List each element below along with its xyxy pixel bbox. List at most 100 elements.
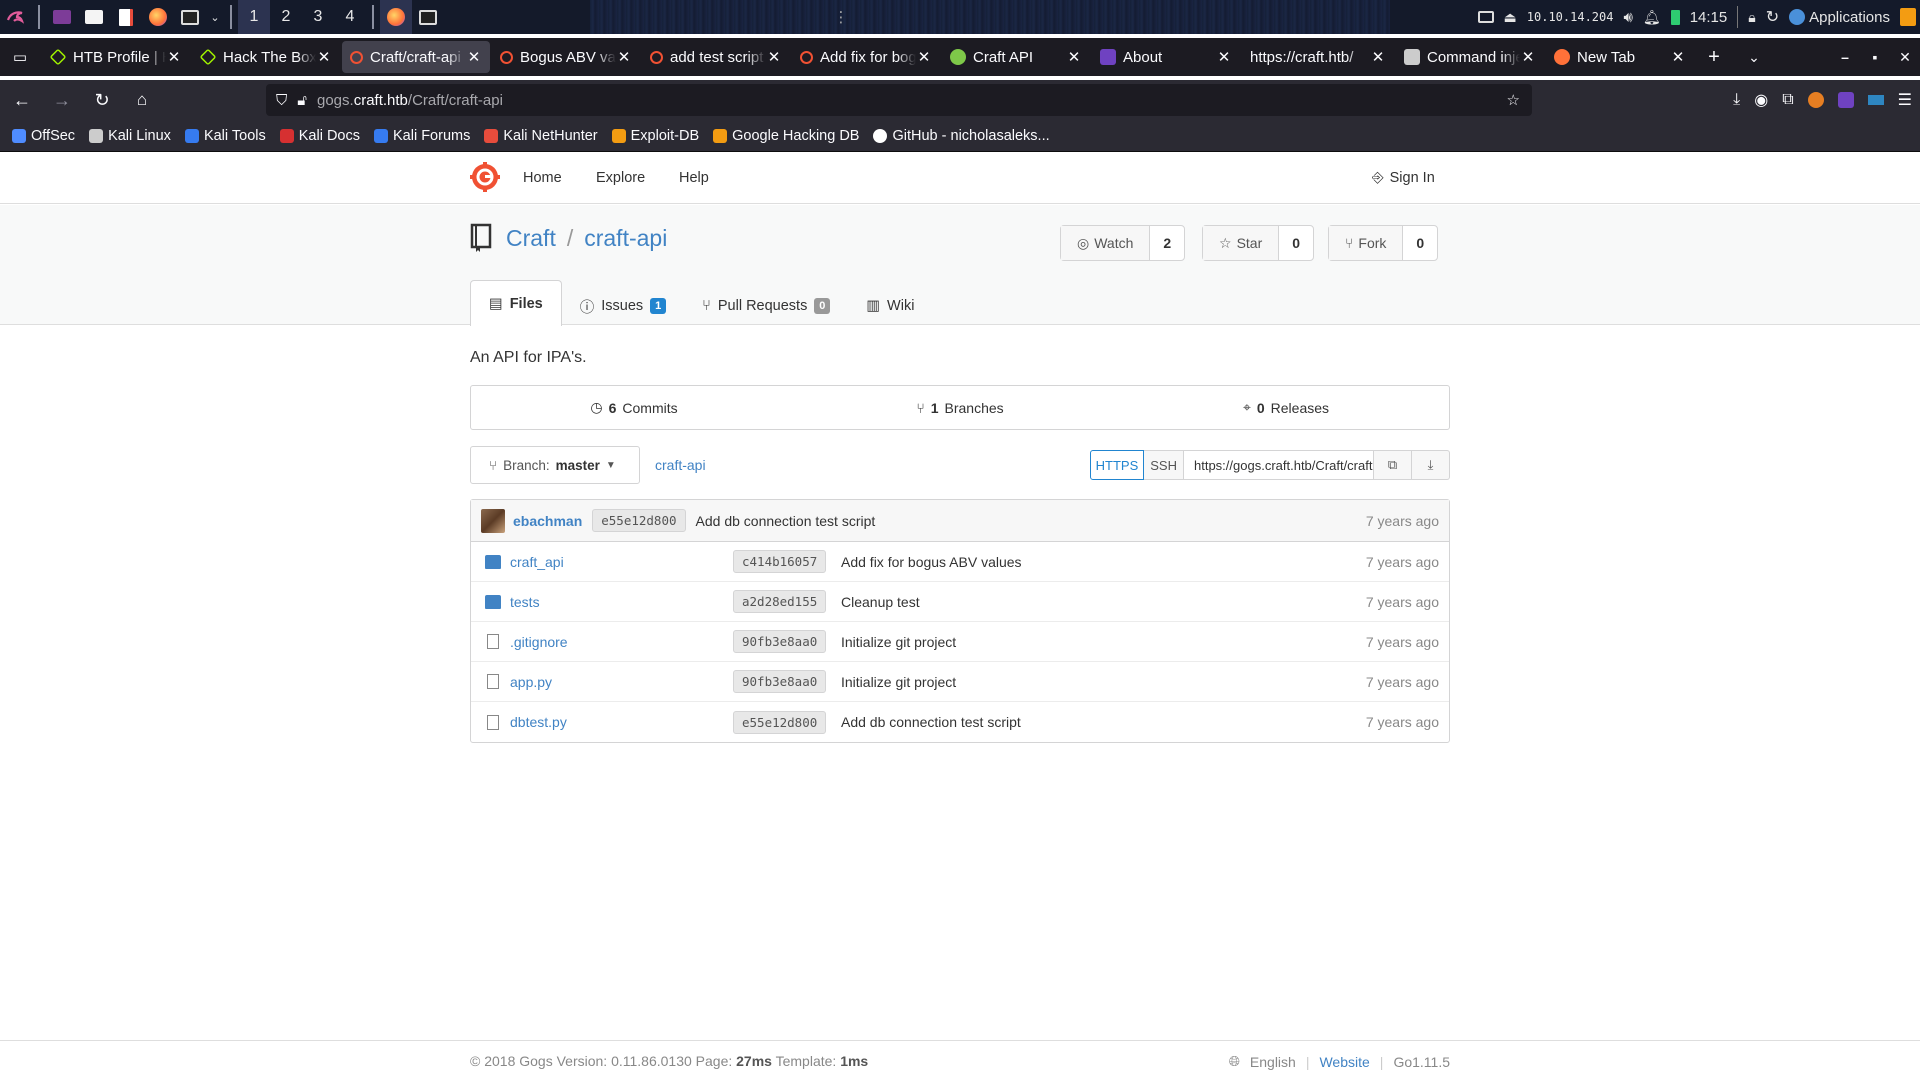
star-button[interactable]: ☆ Star 0 xyxy=(1202,225,1315,261)
star-count[interactable]: 0 xyxy=(1279,226,1313,260)
tab-wiki[interactable]: ▥ Wiki xyxy=(848,287,932,325)
text-editor-icon[interactable] xyxy=(110,0,142,34)
file-name-link[interactable]: tests xyxy=(510,594,540,610)
taskbar-firefox-icon[interactable] xyxy=(380,0,412,34)
browser-tab[interactable]: https://craft.htb/ ✕ xyxy=(1242,41,1394,73)
workspace-4[interactable]: 4 xyxy=(334,0,366,34)
url-bar[interactable]: ⛉ 🔓︎ gogs. craft.htb/Craft/craft-api ☆ xyxy=(266,84,1532,116)
bookmark-item[interactable]: Kali Docs xyxy=(279,128,360,144)
close-tab-icon[interactable]: ✕ xyxy=(616,48,632,66)
browser-tab[interactable]: Hack The Box : ✕ xyxy=(192,41,340,73)
bookmark-item[interactable]: Kali Tools xyxy=(184,128,266,144)
vpn-icon[interactable]: ⏏ xyxy=(1504,9,1517,26)
browser-tab[interactable]: Craft API ✕ xyxy=(942,41,1090,73)
terminal-launcher-icon[interactable] xyxy=(46,0,78,34)
minimize-icon[interactable]: – xyxy=(1830,49,1860,65)
page-info-icon[interactable]: 🔓︎ xyxy=(297,92,307,109)
tab-pull-requests[interactable]: ⑂ Pull Requests 0 xyxy=(684,287,848,325)
file-name-link[interactable]: dbtest.py xyxy=(510,714,567,730)
workspace-2[interactable]: 2 xyxy=(270,0,302,34)
new-tab-button[interactable]: + xyxy=(1694,41,1734,73)
notifications-icon[interactable]: 🔔︎ xyxy=(1643,9,1661,26)
back-icon[interactable]: ← xyxy=(4,84,40,116)
account-icon[interactable]: ◉ xyxy=(1754,90,1768,110)
close-tab-icon[interactable]: ✕ xyxy=(466,48,482,66)
repo-name-link[interactable]: craft-api xyxy=(584,225,667,252)
volume-icon[interactable]: 🔊︎ xyxy=(1623,9,1632,26)
battery-icon[interactable] xyxy=(1670,9,1680,25)
sign-in-link[interactable]: ⎆ Sign In xyxy=(1372,152,1435,204)
bookmark-item[interactable]: GitHub - nicholasaleks... xyxy=(873,128,1050,144)
shield-icon[interactable]: ⛉ xyxy=(276,92,287,109)
bookmark-item[interactable]: Google Hacking DB xyxy=(713,128,859,144)
tab-files[interactable]: ▤ Files xyxy=(470,280,562,326)
clone-https-button[interactable]: HTTPS xyxy=(1089,450,1145,480)
commit-sha[interactable]: e55e12d800 xyxy=(592,509,686,532)
browser-tab[interactable]: New Tab ✕ xyxy=(1546,41,1694,73)
file-name-link[interactable]: app.py xyxy=(510,674,552,690)
close-window-icon[interactable]: ✕ xyxy=(1890,49,1920,66)
file-name-link[interactable]: .gitignore xyxy=(510,634,568,650)
commit-author[interactable]: ebachman xyxy=(513,513,582,529)
close-tab-icon[interactable]: ✕ xyxy=(1520,48,1536,66)
browser-tab[interactable]: Command inje ✕ xyxy=(1396,41,1544,73)
close-tab-icon[interactable]: ✕ xyxy=(1670,48,1686,66)
close-tab-icon[interactable]: ✕ xyxy=(916,48,932,66)
repo-owner-link[interactable]: Craft xyxy=(506,225,556,252)
copy-clipboard-icon[interactable]: ⧉ xyxy=(1374,450,1412,480)
close-tab-icon[interactable]: ✕ xyxy=(1370,48,1386,66)
browser-tab[interactable]: add test script ✕ xyxy=(642,41,790,73)
file-commit-sha[interactable]: c414b16057 xyxy=(733,550,827,573)
refresh-icon[interactable]: ↻ xyxy=(1766,7,1779,27)
close-tab-icon[interactable]: ✕ xyxy=(766,48,782,66)
extension-icon[interactable] xyxy=(1867,95,1884,105)
firefox-launcher-icon[interactable] xyxy=(142,0,174,34)
workspace-1[interactable]: 1 xyxy=(238,0,270,34)
watch-button[interactable]: ◎ Watch 2 xyxy=(1060,225,1186,261)
commit-message[interactable]: Add db connection test script xyxy=(696,513,876,529)
file-manager-icon[interactable] xyxy=(78,0,110,34)
releases-stat[interactable]: ⌖ 0 Releases xyxy=(1123,386,1449,429)
clone-url-input[interactable]: https://gogs.craft.htb/Craft/craft-api.g… xyxy=(1184,450,1374,480)
power-icon[interactable] xyxy=(1900,8,1916,26)
home-icon[interactable]: ⌂ xyxy=(124,84,160,116)
file-commit-sha[interactable]: 90fb3e8aa0 xyxy=(733,670,827,693)
branches-stat[interactable]: ⑂ 1 Branches xyxy=(797,386,1123,429)
gogs-logo-icon[interactable] xyxy=(470,162,500,192)
fork-button[interactable]: ⑂ Fork 0 xyxy=(1328,225,1439,261)
browser-tab[interactable]: About ✕ xyxy=(1092,41,1240,73)
close-tab-icon[interactable]: ✕ xyxy=(1066,48,1082,66)
language-selector[interactable]: English xyxy=(1250,1054,1296,1070)
watch-count[interactable]: 2 xyxy=(1150,226,1184,260)
menu-icon[interactable]: ☰ xyxy=(1898,90,1912,110)
nav-explore[interactable]: Explore xyxy=(596,152,645,204)
nav-help[interactable]: Help xyxy=(679,152,709,204)
commits-stat[interactable]: ◷ 6 Commits xyxy=(471,386,797,429)
avatar[interactable] xyxy=(481,508,505,533)
bookmark-item[interactable]: Kali Linux xyxy=(89,128,171,144)
download-icon[interactable]: ⤓ xyxy=(1412,450,1450,480)
tab-issues[interactable]: ⓘ Issues 1 xyxy=(562,287,684,325)
bookmark-item[interactable]: Kali NetHunter xyxy=(484,128,598,144)
forward-icon[interactable]: → xyxy=(44,84,80,116)
close-tab-icon[interactable]: ✕ xyxy=(316,48,332,66)
file-commit-message[interactable]: Initialize git project xyxy=(841,634,956,650)
fork-count[interactable]: 0 xyxy=(1403,226,1437,260)
bookmark-star-icon[interactable]: ☆ xyxy=(1507,91,1520,109)
display-icon[interactable] xyxy=(1477,11,1494,23)
file-commit-message[interactable]: Add db connection test script xyxy=(841,714,1021,730)
lock-icon[interactable]: 🔒︎ xyxy=(1748,9,1755,26)
workspace-3[interactable]: 3 xyxy=(302,0,334,34)
bookmark-item[interactable]: Exploit-DB xyxy=(611,128,699,144)
file-commit-sha[interactable]: 90fb3e8aa0 xyxy=(733,630,827,653)
reload-icon[interactable]: ↻ xyxy=(84,84,120,116)
file-commit-message[interactable]: Cleanup test xyxy=(841,594,920,610)
clock[interactable]: 14:15 xyxy=(1690,9,1728,26)
file-name-link[interactable]: craft_api xyxy=(510,554,564,570)
clone-ssh-button[interactable]: SSH xyxy=(1144,450,1184,480)
chevron-down-icon[interactable]: ⌄ xyxy=(206,0,224,34)
file-commit-sha[interactable]: a2d28ed155 xyxy=(733,590,827,613)
extension-badge-icon[interactable] xyxy=(1837,92,1854,108)
website-link[interactable]: Website xyxy=(1319,1054,1369,1070)
list-all-tabs-icon[interactable]: ⌄ xyxy=(1734,41,1774,73)
